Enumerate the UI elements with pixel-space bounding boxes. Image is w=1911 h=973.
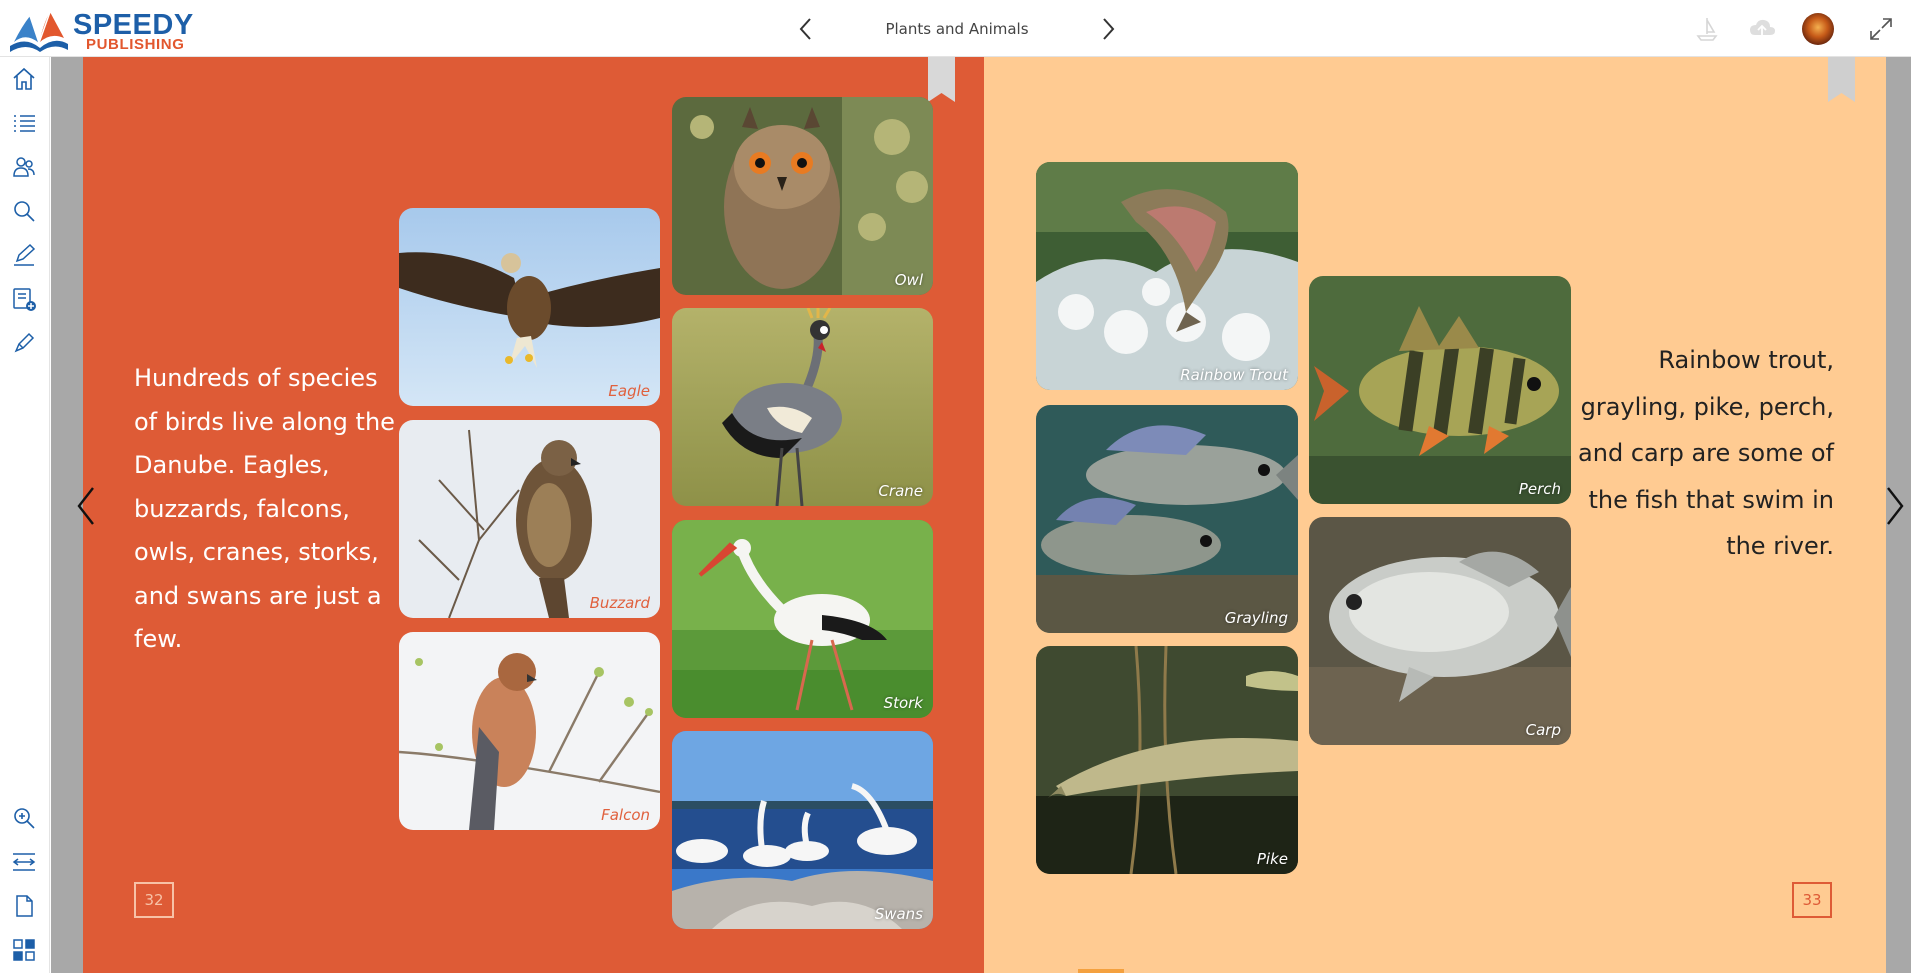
photo-perch[interactable]: Perch	[1309, 276, 1571, 504]
search-icon	[14, 201, 35, 222]
annotate-icon	[14, 243, 36, 266]
single-page-icon	[16, 895, 33, 917]
search-button[interactable]	[10, 197, 38, 225]
caption-falcon: Falcon	[601, 806, 650, 824]
left-page-paragraph: Hundreds of species of birds live along …	[134, 364, 395, 653]
caption-buzzard: Buzzard	[589, 594, 650, 612]
add-note-button[interactable]	[10, 285, 38, 313]
carp-image	[1309, 517, 1571, 745]
speedy-publishing-logo[interactable]: SPEEDY PUBLISHING	[6, 8, 196, 54]
photo-carp[interactable]: Carp	[1309, 517, 1571, 745]
pike-image	[1036, 646, 1298, 874]
caption-swans: Swans	[874, 905, 923, 923]
caption-eagle: Eagle	[608, 382, 650, 400]
rainbow-trout-image	[1036, 162, 1298, 390]
photo-pike[interactable]: Pike	[1036, 646, 1298, 874]
zoom-in-icon	[14, 808, 35, 829]
home-button[interactable]	[10, 65, 38, 93]
chevron-left-icon	[799, 18, 811, 40]
tool-sidebar	[0, 57, 50, 973]
fullscreen-icon	[1870, 18, 1892, 40]
highlighter-button[interactable]	[10, 329, 38, 357]
book-title: Plants and Animals	[885, 20, 1029, 38]
perch-image	[1309, 276, 1571, 504]
people-icon	[13, 157, 35, 177]
photo-stork[interactable]: Stork	[672, 520, 933, 718]
photo-buzzard[interactable]: Buzzard	[399, 420, 660, 618]
book-logo-icon	[10, 11, 68, 52]
swans-image	[672, 731, 933, 929]
previous-page-button[interactable]	[792, 14, 820, 44]
logo-wordmark-bottom: PUBLISHING	[86, 36, 185, 53]
caption-owl: Owl	[894, 271, 923, 289]
caption-carp: Carp	[1525, 721, 1561, 739]
home-icon	[13, 67, 35, 90]
cloud-upload-icon	[1750, 19, 1775, 36]
highlighter-icon	[14, 332, 35, 353]
photo-crane[interactable]: Crane	[672, 308, 933, 506]
owl-image	[672, 97, 933, 295]
caption-crane: Crane	[878, 482, 923, 500]
cloud-upload-button[interactable]	[1747, 14, 1777, 44]
sailboat-icon	[1696, 18, 1718, 41]
fullscreen-button[interactable]	[1866, 14, 1896, 44]
stork-image	[672, 520, 933, 718]
user-avatar[interactable]	[1802, 13, 1834, 45]
caption-grayling: Grayling	[1224, 609, 1288, 627]
add-note-icon	[13, 288, 36, 311]
flip-next-button[interactable]	[1880, 484, 1910, 528]
photo-owl[interactable]: Owl	[672, 97, 933, 295]
caption-pike: Pike	[1256, 850, 1288, 868]
zoom-in-button[interactable]	[10, 804, 38, 832]
crane-image	[672, 308, 933, 506]
people-button[interactable]	[10, 153, 38, 181]
bookmark-right-icon[interactable]	[1828, 57, 1855, 102]
buzzard-image	[399, 420, 660, 618]
photo-eagle[interactable]: Eagle	[399, 208, 660, 406]
chevron-left-icon	[77, 487, 94, 525]
photo-rainbow-trout[interactable]: Rainbow Trout	[1036, 162, 1298, 390]
photo-falcon[interactable]: Falcon	[399, 632, 660, 830]
fit-width-button[interactable]	[10, 848, 38, 876]
photo-swans[interactable]: Swans	[672, 731, 933, 929]
next-page-button[interactable]	[1094, 14, 1122, 44]
page-number-right: 33	[1792, 882, 1832, 918]
table-of-contents-button[interactable]	[10, 109, 38, 137]
chevron-right-icon	[1103, 18, 1115, 40]
page-scroll-indicator[interactable]	[1078, 969, 1124, 973]
caption-rainbow-trout: Rainbow Trout	[1180, 366, 1288, 384]
flip-previous-button[interactable]	[71, 484, 101, 528]
photo-grayling[interactable]: Grayling	[1036, 405, 1298, 633]
sailboat-button[interactable]	[1692, 14, 1722, 44]
grayling-image	[1036, 405, 1298, 633]
caption-stork: Stork	[883, 694, 923, 712]
fit-width-icon	[12, 853, 36, 871]
caption-perch: Perch	[1518, 480, 1561, 498]
table-of-contents-icon	[14, 115, 35, 132]
thumbnails-icon	[13, 939, 35, 961]
right-page-paragraph: Rainbow trout, grayling, pike, perch, an…	[1578, 346, 1834, 560]
single-page-button[interactable]	[10, 892, 38, 920]
chevron-right-icon	[1887, 487, 1904, 525]
annotate-button[interactable]	[10, 241, 38, 269]
top-bar: SPEEDY PUBLISHING Plants and Animals	[0, 0, 1911, 57]
page-number-left: 32	[134, 882, 174, 918]
bookmark-left-icon[interactable]	[928, 57, 955, 102]
thumbnails-button[interactable]	[10, 936, 38, 964]
falcon-image	[399, 632, 660, 830]
eagle-image	[399, 208, 660, 406]
